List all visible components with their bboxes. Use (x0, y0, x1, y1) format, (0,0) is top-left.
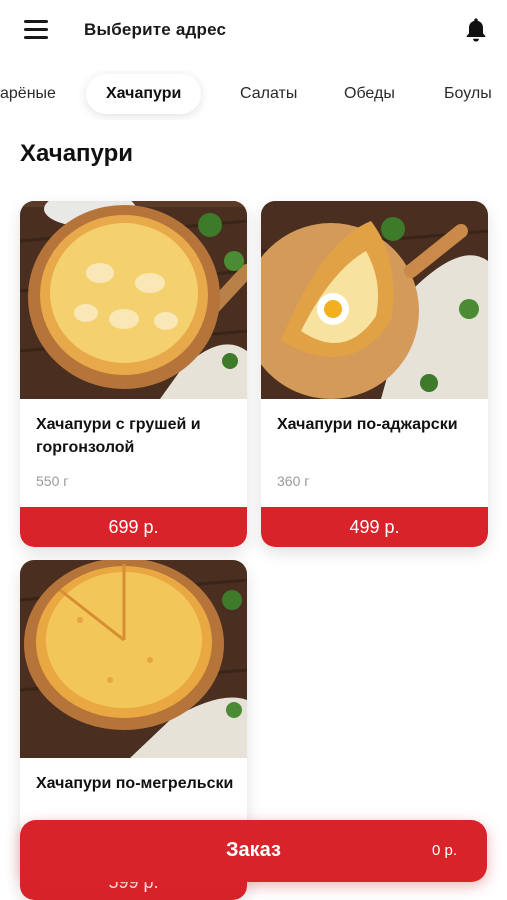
address-selector[interactable]: Выберите адрес (84, 20, 226, 40)
product-name: Хачапури по-мегрельски (36, 775, 234, 792)
tab-salads[interactable]: Салаты (240, 74, 297, 114)
order-label: Заказ (226, 839, 281, 861)
tab-bowls[interactable]: Боулы (444, 74, 492, 114)
category-tabs: арёные Хачапури Салаты Обеды Боулы (0, 70, 507, 120)
tab-khachapuri[interactable]: Хачапури (86, 74, 202, 114)
tab-fried[interactable]: арёные (0, 74, 56, 114)
product-weight: 360 г (277, 473, 310, 489)
price-button[interactable]: 499 р. (261, 507, 488, 547)
product-card-adjarian[interactable]: Хачапури по-аджарски 360 г 499 р. (261, 201, 488, 547)
product-photo (20, 201, 247, 399)
tab-lunches[interactable]: Обеды (344, 74, 395, 114)
product-weight: 550 г (36, 473, 69, 489)
top-bar: Выберите адрес (0, 0, 507, 64)
product-name: Хачапури по-аджарски (277, 416, 458, 433)
order-button[interactable]: Заказ 0 р. (20, 820, 487, 882)
product-photo (20, 560, 247, 758)
price-button[interactable]: 699 р. (20, 507, 247, 547)
product-name: Хачапури с грушей и горгонзолой (36, 416, 201, 456)
product-card-pear-gorgonzola[interactable]: Хачапури с грушей и горгонзолой 550 г 69… (20, 201, 247, 547)
order-total: 0 р. (431, 842, 457, 859)
bell-icon[interactable] (462, 16, 490, 44)
product-photo (261, 201, 488, 399)
section-title: Хачапури (20, 140, 133, 167)
hamburger-menu-icon[interactable] (24, 20, 50, 42)
